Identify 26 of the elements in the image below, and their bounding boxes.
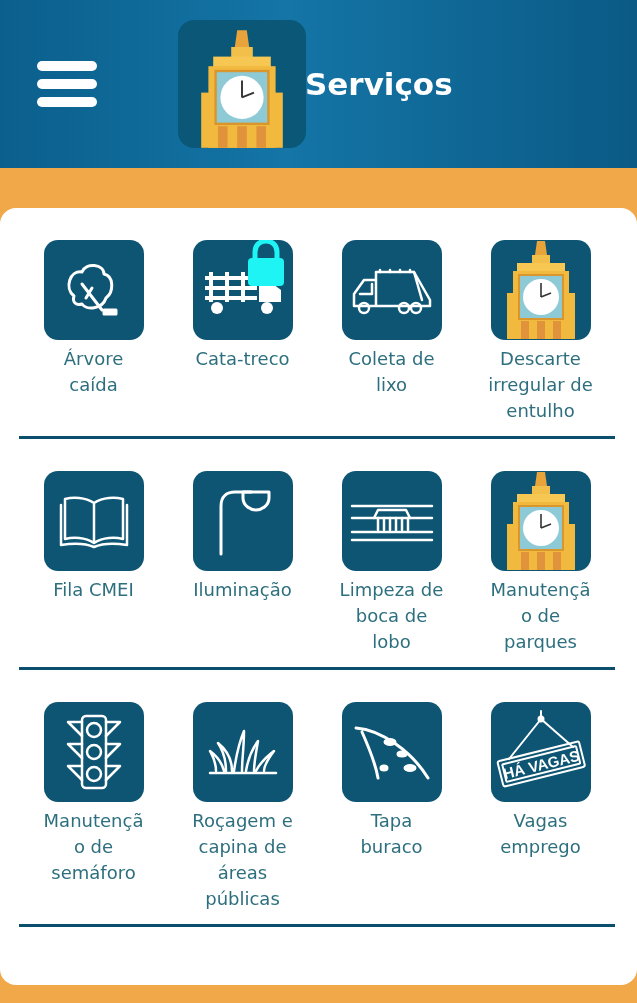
service-label: Tapa buraco [359, 809, 424, 859]
service-label: Cata-treco [194, 347, 291, 371]
service-tile[interactable] [341, 471, 442, 571]
service-tile[interactable] [490, 240, 591, 340]
service-tile[interactable] [490, 471, 591, 571]
service-tile[interactable] [192, 702, 293, 802]
page-title: Serviços [305, 66, 453, 102]
service-label: Descarte irregular de entulho [487, 347, 594, 423]
grass-icon [207, 727, 278, 777]
service-label: Árvore caída [62, 347, 125, 397]
service-label: Roçagem e capina de áreas públicas [191, 809, 294, 911]
service-label: Coleta de lixo [347, 347, 436, 397]
service-tile[interactable] [192, 471, 293, 571]
service-label: Iluminação [192, 578, 293, 602]
service-label: Manutenção de parques [489, 578, 592, 654]
service-label: Manutenção de semáforo [42, 809, 145, 885]
service-label: Fila CMEI [52, 578, 135, 602]
service-tile[interactable] [192, 240, 293, 340]
menu-button[interactable] [37, 61, 97, 107]
service-label: Limpeza de boca de lobo [338, 578, 445, 654]
service-label: Vagas emprego [499, 809, 582, 859]
service-tile[interactable] [43, 240, 144, 340]
service-tile[interactable] [341, 240, 442, 340]
service-tile[interactable] [43, 702, 144, 802]
service-tile[interactable] [43, 471, 144, 571]
service-tile[interactable] [341, 702, 442, 802]
